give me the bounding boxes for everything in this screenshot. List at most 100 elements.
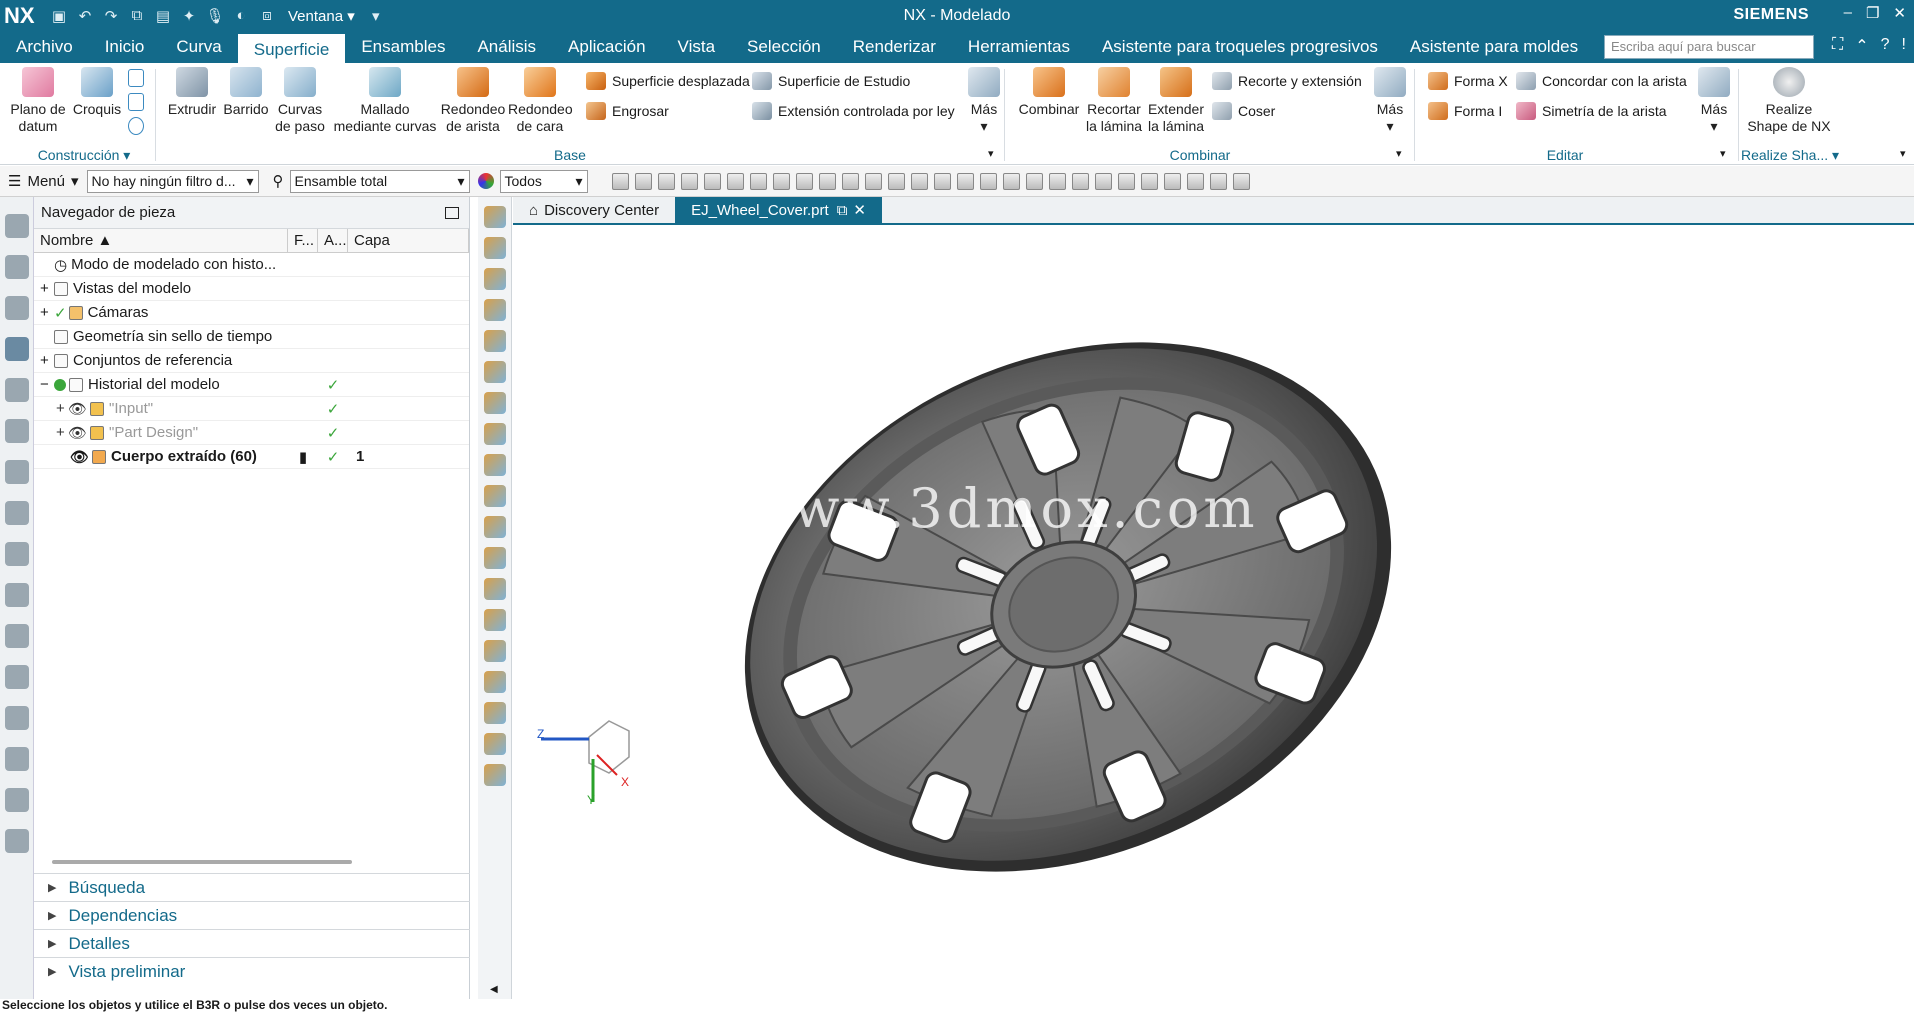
- curve-tool-icon[interactable]: [483, 330, 506, 352]
- constraint-icon[interactable]: [4, 378, 29, 402]
- orient-icon[interactable]: [841, 172, 859, 190]
- maximize-panel-icon[interactable]: [445, 206, 459, 219]
- base-mas-button[interactable]: Más ▾: [962, 67, 1006, 135]
- tab-curva[interactable]: Curva: [160, 31, 237, 63]
- simetria-arista-button[interactable]: Simetría de la arista: [1516, 102, 1667, 120]
- color-filter-icon[interactable]: [477, 173, 494, 189]
- fit-icon[interactable]: [657, 172, 675, 190]
- rotate-icon[interactable]: [680, 172, 698, 190]
- collapse-ribbon-icon[interactable]: ⌃: [1855, 36, 1868, 56]
- tree-row[interactable]: + 👁 "Part Design" ✓: [34, 421, 469, 445]
- customize-dropdown-icon[interactable]: ▾: [365, 7, 387, 25]
- expand-icon[interactable]: +: [40, 304, 54, 321]
- engrosar-button[interactable]: Engrosar: [586, 102, 669, 120]
- surface-tool-icon[interactable]: [483, 516, 506, 538]
- tab-troqueles[interactable]: Asistente para troqueles progresivos: [1086, 31, 1394, 63]
- help-icon[interactable]: ?: [1881, 36, 1890, 56]
- circle-tool-button[interactable]: [128, 117, 144, 135]
- hd3d-icon[interactable]: [4, 460, 29, 484]
- select-icon[interactable]: [611, 172, 629, 190]
- move-icon[interactable]: [1025, 172, 1043, 190]
- toggle-icon[interactable]: [1209, 172, 1227, 190]
- grid-icon[interactable]: [1117, 172, 1135, 190]
- superficie-desplazada-button[interactable]: Superficie desplazada: [586, 72, 750, 90]
- tab-inicio[interactable]: Inicio: [89, 31, 161, 63]
- section-icon[interactable]: [864, 172, 882, 190]
- system-materials-icon[interactable]: [4, 583, 29, 607]
- superficie-estudio-button[interactable]: Superficie de Estudio: [752, 72, 910, 90]
- cube-icon[interactable]: [1232, 172, 1250, 190]
- tab-archivo[interactable]: Archivo: [0, 31, 89, 63]
- realize-shape-button[interactable]: Realize Shape de NX: [1744, 67, 1834, 135]
- plano-datum-button[interactable]: Plano de datum: [8, 67, 68, 135]
- settings-icon[interactable]: [1140, 172, 1158, 190]
- menu-button[interactable]: ☰ Menú ▾: [0, 172, 87, 191]
- paste-icon[interactable]: ▤: [152, 7, 174, 25]
- view-icon[interactable]: [726, 172, 744, 190]
- graphics-window[interactable]: www.3dmox.com Z X Y: [513, 227, 1914, 999]
- info-icon[interactable]: [4, 747, 29, 771]
- tab-superficie[interactable]: Superficie: [237, 31, 346, 63]
- checkbox-icon[interactable]: [1002, 172, 1020, 190]
- palette-icon[interactable]: [4, 829, 29, 853]
- surface-tool-icon[interactable]: [483, 640, 506, 662]
- rect-tool-button[interactable]: [128, 93, 144, 111]
- expand-icon[interactable]: +: [56, 424, 68, 441]
- todos-select[interactable]: Todos ▾: [499, 169, 588, 193]
- tree-row[interactable]: + Conjuntos de referencia: [34, 349, 469, 373]
- barrido-button[interactable]: Barrido: [220, 67, 272, 118]
- surface-tool-icon[interactable]: [483, 578, 506, 600]
- command-finder-icon[interactable]: ✦: [178, 7, 200, 25]
- surface-tool-icon[interactable]: [483, 423, 506, 445]
- extender-lamina-button[interactable]: Extender la lámina: [1146, 67, 1206, 135]
- sphere-icon[interactable]: [887, 172, 905, 190]
- group-editar-expand[interactable]: ▾: [1720, 147, 1726, 160]
- surface-tool-icon[interactable]: [483, 206, 506, 228]
- layer-icon[interactable]: [956, 172, 974, 190]
- extrudir-button[interactable]: Extrudir: [166, 67, 218, 118]
- touch-mode-icon[interactable]: ◐: [230, 7, 252, 24]
- surface-tool-icon[interactable]: [483, 671, 506, 693]
- hide-icon[interactable]: [749, 172, 767, 190]
- manufacturing-wizard-icon[interactable]: [4, 665, 29, 689]
- surface-tool-icon[interactable]: [483, 268, 506, 290]
- panel-dependencias[interactable]: ▶ Dependencias: [34, 901, 470, 929]
- redondeo-cara-button[interactable]: Redondeo de cara: [508, 67, 573, 135]
- close-tab-icon[interactable]: ✕: [853, 201, 866, 219]
- surface-tool-icon[interactable]: [483, 237, 506, 259]
- column-a[interactable]: A...: [318, 228, 348, 253]
- surface-tool-icon[interactable]: [483, 702, 506, 724]
- web-browser-icon[interactable]: [4, 501, 29, 525]
- column-f[interactable]: F...: [288, 228, 318, 253]
- checked-icon[interactable]: [1048, 172, 1066, 190]
- recorte-extension-button[interactable]: Recorte y extensión: [1212, 72, 1362, 90]
- contrast-icon[interactable]: [933, 172, 951, 190]
- wireframe-icon[interactable]: [818, 172, 836, 190]
- tab-renderizar[interactable]: Renderizar: [837, 31, 952, 63]
- alert-icon[interactable]: !: [1902, 36, 1906, 56]
- process-studio-icon[interactable]: [4, 624, 29, 648]
- surface-tool-icon[interactable]: [483, 609, 506, 631]
- mallado-curvas-button[interactable]: Mallado mediante curvas: [330, 67, 440, 135]
- tab-vista[interactable]: Vista: [662, 31, 732, 63]
- globe-icon[interactable]: [4, 788, 29, 812]
- filter-funnel-icon[interactable]: ⚲: [273, 172, 284, 190]
- command-search-input[interactable]: Escriba aquí para buscar: [1604, 35, 1814, 59]
- pencil-icon[interactable]: [1186, 172, 1204, 190]
- window-menu[interactable]: Ventana ▾: [282, 7, 361, 25]
- part-navigator-icon[interactable]: [4, 337, 29, 361]
- expand-icon[interactable]: +: [40, 280, 54, 297]
- panel-vista-preliminar[interactable]: ▶ Vista preliminar: [34, 957, 470, 985]
- recortar-lamina-button[interactable]: Recortar la lámina: [1084, 67, 1144, 135]
- paint-icon[interactable]: [1094, 172, 1112, 190]
- tree-row[interactable]: + Vistas del modelo: [34, 277, 469, 301]
- assembly-navigator-icon[interactable]: [4, 296, 29, 320]
- surface-tool-icon[interactable]: [483, 361, 506, 383]
- tree-row[interactable]: Geometría sin sello de tiempo: [34, 325, 469, 349]
- tab-ensambles[interactable]: Ensambles: [345, 31, 461, 63]
- surface-tool-icon[interactable]: [483, 485, 506, 507]
- surface-tool-icon[interactable]: [483, 733, 506, 755]
- group-base-expand[interactable]: ▾: [988, 147, 994, 160]
- eye-icon[interactable]: 👁: [70, 448, 89, 466]
- zoom-icon[interactable]: [634, 172, 652, 190]
